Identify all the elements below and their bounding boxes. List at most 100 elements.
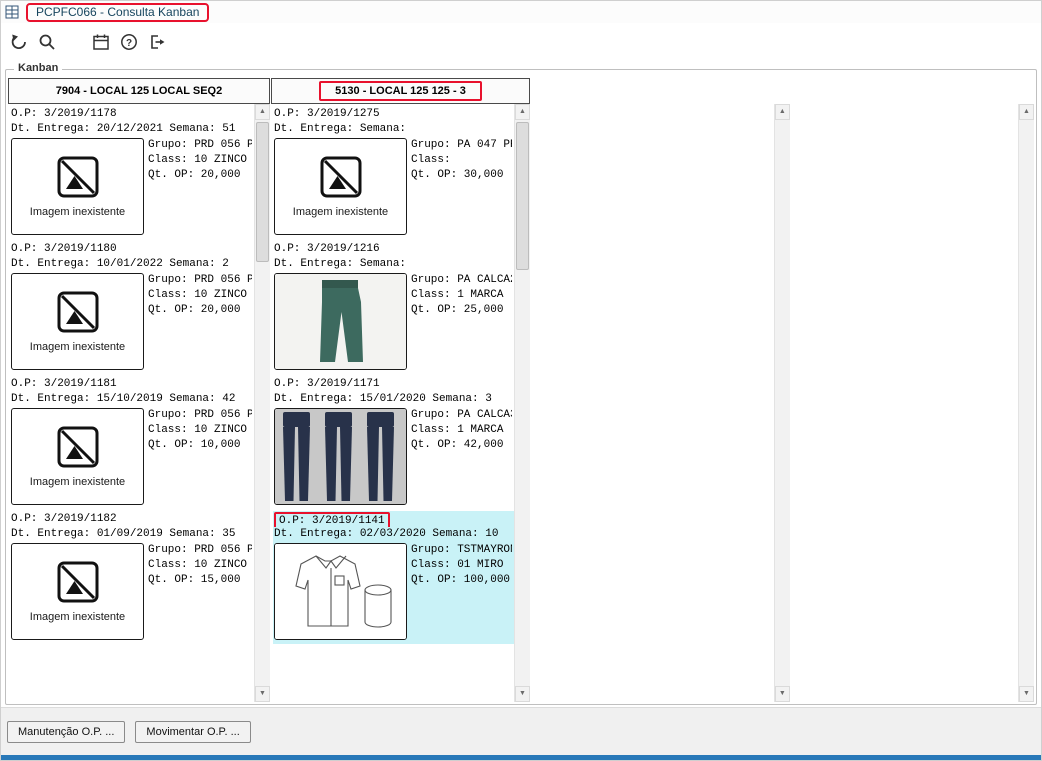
scroll-down-button[interactable]: ▼ (774, 686, 790, 702)
exit-icon[interactable] (145, 30, 169, 54)
vertical-scrollbar[interactable]: ▲ ▼ (773, 104, 790, 702)
help-icon[interactable]: ? (117, 30, 141, 54)
broken-image-icon (56, 560, 100, 608)
scroll-up-button[interactable]: ▲ (1019, 104, 1034, 120)
op-line: O.P: 3/2019/1141 (274, 512, 512, 527)
product-image (274, 543, 407, 640)
groupbox-label: Kanban (14, 62, 63, 74)
card-body-row: Imagem inexistente Grupo: PRD 056 P Class:… (11, 138, 252, 235)
manutencao-op-button[interactable]: Manutenção O.P. ... (7, 720, 126, 743)
missing-image-text: Imagem inexistente (29, 341, 126, 353)
search-icon[interactable] (35, 30, 59, 54)
app-icon (4, 4, 20, 20)
missing-image-placeholder: Imagem inexistente (11, 138, 144, 235)
scroll-down-button[interactable]: ▼ (515, 686, 530, 702)
entrega-label: Dt. Entrega: Semana: (274, 123, 407, 135)
calendar-icon[interactable] (89, 30, 113, 54)
kanban-card[interactable]: O.P: 3/2019/1216 Dt. Entrega: Semana: Grup… (273, 241, 514, 374)
class-label: Class: (411, 154, 451, 166)
column-header-label: 5130 - LOCAL 125 125 - 3 (319, 81, 482, 101)
scroll-down-button[interactable]: ▼ (1019, 686, 1034, 702)
scroll-track[interactable] (255, 120, 270, 686)
card-body-row: Grupo: PA CALCA3 Class: 1 MARCA Qt. OP: 42… (274, 408, 512, 505)
card-body-row: Imagem inexistente Grupo: PRD 056 P Class:… (11, 543, 252, 640)
class-label: Class: 10 ZINCO (148, 559, 248, 571)
class-label: Class: 10 ZINCO (148, 154, 248, 166)
scroll-down-button[interactable]: ▼ (255, 686, 270, 702)
toolbar: ? (1, 23, 1041, 61)
column-body: O.P: 3/2019/1275 Dt. Entrega: Semana: Imag… (271, 104, 530, 702)
kanban-card[interactable]: O.P: 3/2019/1178 Dt. Entrega: 20/12/2021 … (10, 106, 254, 239)
op-line: O.P: 3/2019/1178 (11, 107, 252, 122)
vertical-scrollbar[interactable]: ▲ ▼ (254, 104, 270, 702)
kanban-card[interactable]: O.P: 3/2019/1171 Dt. Entrega: 15/01/2020 … (273, 376, 514, 509)
vertical-scrollbar[interactable]: ▲ ▼ (514, 104, 530, 702)
op-label: O.P: 3/2019/1182 (11, 513, 117, 525)
card-body-row: Imagem inexistente Grupo: PRD 056 P Class:… (11, 273, 252, 370)
column-header[interactable]: 5130 - LOCAL 125 125 - 3 (271, 78, 530, 104)
grupo-label: Grupo: PRD 056 P (148, 544, 252, 556)
product-image (274, 273, 407, 370)
scroll-track[interactable] (1019, 120, 1034, 686)
svg-text:?: ? (126, 38, 132, 49)
card-body-row: Grupo: PA CALCA2 Class: 1 MARCA Qt. OP: 25… (274, 273, 512, 370)
vertical-scrollbar[interactable]: ▲ ▼ (1018, 104, 1034, 702)
movimentar-op-button[interactable]: Movimentar O.P. ... (135, 720, 251, 743)
qt-label: Qt. OP: 15,000 (148, 574, 241, 586)
entrega-label: Dt. Entrega: 15/01/2020 Semana: 3 (274, 393, 492, 405)
missing-image-placeholder: Imagem inexistente (274, 138, 407, 235)
scroll-track[interactable] (515, 120, 530, 686)
card-info: Grupo: PRD 056 P Class: 10 ZINCO Qt. OP: 2… (144, 138, 252, 235)
card-info: Grupo: PRD 056 P Class: 10 ZINCO Qt. OP: 2… (144, 273, 252, 370)
qt-label: Qt. OP: 20,000 (148, 304, 241, 316)
broken-image-icon (56, 290, 100, 338)
op-line: O.P: 3/2019/1182 (11, 512, 252, 527)
broken-image-icon (319, 155, 363, 203)
kanban-card[interactable]: O.P: 3/2019/1141 Dt. Entrega: 02/03/2020 … (273, 511, 514, 644)
missing-image-text: Imagem inexistente (292, 206, 389, 218)
app-window: PCPFC066 - Consulta Kanban ? Kanban 7904… (0, 0, 1042, 761)
op-line: O.P: 3/2019/1171 (274, 377, 512, 392)
card-info: Grupo: PA CALCA3 Class: 1 MARCA Qt. OP: 42… (407, 408, 512, 505)
scroll-track[interactable] (775, 120, 790, 686)
column-header-empty (534, 78, 790, 104)
kanban-card[interactable]: O.P: 3/2019/1180 Dt. Entrega: 10/01/2022 … (10, 241, 254, 374)
undo-icon[interactable] (7, 30, 31, 54)
card-info: Grupo: PRD 056 P Class: 10 ZINCO Qt. OP: 1… (144, 543, 252, 640)
kanban-card[interactable]: O.P: 3/2019/1182 Dt. Entrega: 01/09/2019 … (10, 511, 254, 644)
scroll-thumb[interactable] (516, 122, 529, 270)
scroll-thumb[interactable] (256, 122, 269, 262)
class-label: Class: 1 MARCA (411, 289, 504, 301)
window-title: PCPFC066 - Consulta Kanban (26, 2, 210, 22)
kanban-card[interactable]: O.P: 3/2019/1181 Dt. Entrega: 15/10/2019 … (10, 376, 254, 509)
qt-label: Qt. OP: 30,000 (411, 169, 504, 181)
broken-image-icon (56, 155, 100, 203)
column-body: ▲ ▼ (534, 104, 790, 702)
card-info: Grupo: PRD 056 P Class: 10 ZINCO Qt. OP: 1… (144, 408, 252, 505)
class-label: Class: 1 MARCA (411, 424, 504, 436)
column-header-label: 7904 - LOCAL 125 LOCAL SEQ2 (55, 85, 223, 97)
card-body-row: Imagem inexistente Grupo: PRD 056 P Class:… (11, 408, 252, 505)
grupo-label: Grupo: PRD 056 P (148, 139, 252, 151)
class-label: Class: 01 MIRO (411, 559, 504, 571)
qt-label: Qt. OP: 20,000 (148, 169, 241, 181)
class-label: Class: 10 ZINCO (148, 424, 248, 436)
grupo-label: Grupo: PA CALCA3 (411, 409, 512, 421)
window-bottom-accent (1, 755, 1041, 760)
card-info: Grupo: TSTMAYRON Class: 01 MIRO Qt. OP: 10… (407, 543, 512, 640)
entrega-label: Dt. Entrega: 02/03/2020 Semana: 10 (274, 528, 499, 540)
scroll-up-button[interactable]: ▲ (774, 104, 790, 120)
scroll-up-button[interactable]: ▲ (515, 104, 530, 120)
qt-label: Qt. OP: 100,000 (411, 574, 511, 586)
column-card-list (534, 104, 774, 702)
kanban-card[interactable]: O.P: 3/2019/1275 Dt. Entrega: Semana: Imag… (273, 106, 514, 239)
qt-label: Qt. OP: 42,000 (411, 439, 504, 451)
kanban-column-3: ▲ ▼ (534, 78, 790, 702)
card-info: Grupo: PA CALCA2 Class: 1 MARCA Qt. OP: 25… (407, 273, 512, 370)
column-header[interactable]: 7904 - LOCAL 125 LOCAL SEQ2 (8, 78, 270, 104)
broken-image-icon (56, 425, 100, 473)
op-label: O.P: 3/2019/1171 (274, 378, 380, 390)
scroll-up-button[interactable]: ▲ (255, 104, 270, 120)
product-image (274, 408, 407, 505)
op-label: O.P: 3/2019/1275 (274, 108, 380, 120)
